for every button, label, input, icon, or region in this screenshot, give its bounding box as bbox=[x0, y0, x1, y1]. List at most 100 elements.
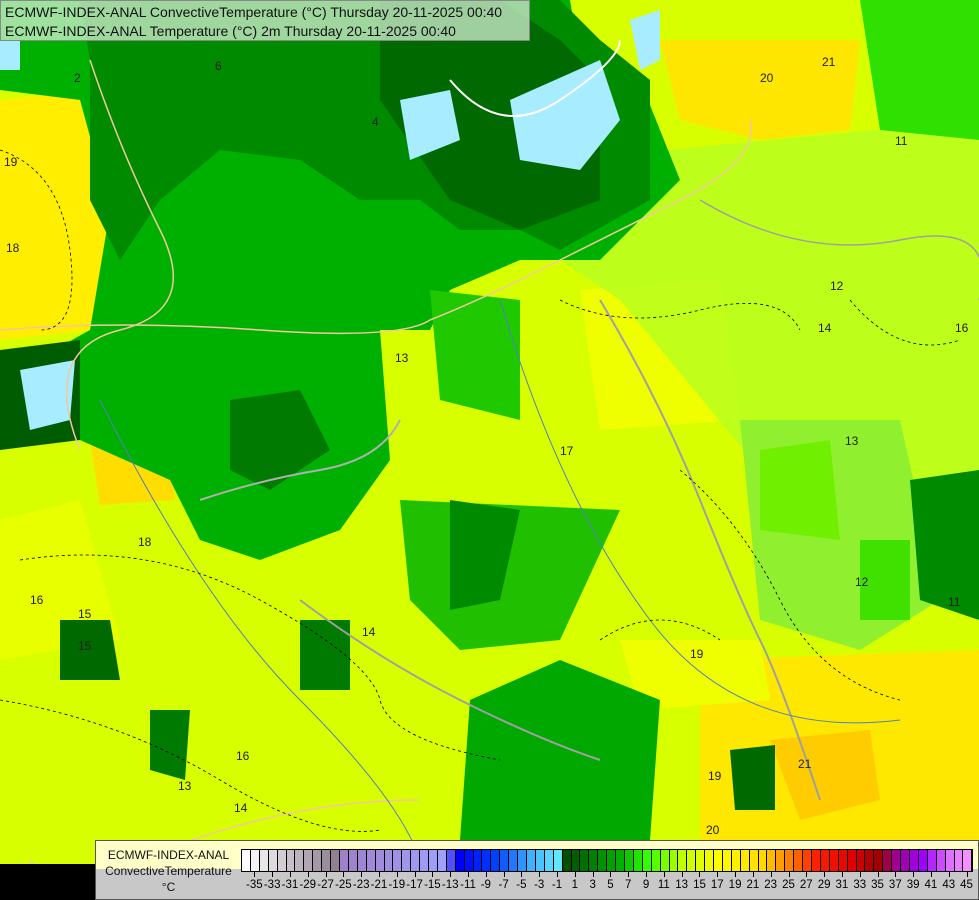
legend-model: ECMWF-INDEX-ANAL bbox=[107, 848, 230, 862]
svg-text:17: 17 bbox=[560, 444, 574, 458]
colorbar-tick bbox=[646, 871, 648, 877]
colorbar-tick-label: 35 bbox=[871, 879, 884, 891]
colorbar-tick bbox=[717, 871, 719, 877]
colorbar-tick bbox=[432, 871, 434, 877]
colorbar-swatch bbox=[892, 850, 902, 871]
colorbar-tick-label: 27 bbox=[799, 879, 813, 891]
colorbar-tick-label: -19 bbox=[388, 879, 406, 891]
colorbar-swatch bbox=[607, 850, 617, 871]
colorbar-swatch bbox=[429, 850, 438, 871]
colorbar-swatch bbox=[794, 850, 804, 871]
colorbar-tick bbox=[948, 871, 950, 877]
colorbar-tick bbox=[895, 871, 897, 877]
colorbar-tick-label: 25 bbox=[782, 879, 795, 891]
colorbar-tick-label: -27 bbox=[317, 879, 334, 891]
temperature-map[interactable]: 19 18 16 15 14 13 12 11 6 4 2 17 20 21 1… bbox=[0, 0, 979, 900]
svg-text:13: 13 bbox=[845, 434, 859, 448]
colorbar-swatch bbox=[883, 850, 893, 871]
colorbar-swatch bbox=[749, 850, 759, 871]
colorbar-swatch bbox=[375, 850, 385, 871]
colorbar-swatch bbox=[874, 850, 884, 871]
colorbar-tick-label: -5 bbox=[516, 879, 527, 891]
colorbar-tick bbox=[592, 871, 594, 877]
colorbar-swatch bbox=[527, 850, 536, 871]
colorbar-swatch bbox=[838, 850, 848, 871]
svg-text:14: 14 bbox=[818, 321, 832, 335]
colorbar-tick-label: 29 bbox=[817, 879, 831, 891]
colorbar-tick bbox=[877, 871, 879, 877]
colorbar-tick-label: -23 bbox=[352, 879, 370, 891]
colorbar-swatch bbox=[250, 850, 260, 871]
colorbar-tick-label: 33 bbox=[853, 879, 867, 891]
svg-text:19: 19 bbox=[708, 769, 722, 783]
colorbar-tick-label: 11 bbox=[657, 879, 670, 891]
svg-text:19: 19 bbox=[4, 155, 18, 169]
svg-text:20: 20 bbox=[760, 71, 774, 85]
colorbar-tick bbox=[752, 871, 754, 877]
colorbar-tick-label: 23 bbox=[764, 879, 778, 891]
colorbar-tick-label: -17 bbox=[406, 879, 423, 891]
colorbar-swatch bbox=[313, 850, 323, 871]
colorbar-swatch bbox=[500, 850, 510, 871]
colorbar-tick-label: 13 bbox=[675, 879, 689, 891]
colorbar-tick-label: -9 bbox=[480, 879, 491, 891]
colorbar-swatch bbox=[509, 850, 519, 871]
map-title-box: ECMWF-INDEX-ANAL ConvectiveTemperature (… bbox=[0, 0, 530, 41]
colorbar-tick bbox=[788, 871, 790, 877]
colorbar-tick-label: 31 bbox=[835, 879, 849, 891]
svg-text:21: 21 bbox=[798, 757, 812, 771]
colorbar-swatch bbox=[785, 850, 795, 871]
colorbar-tick bbox=[574, 871, 576, 877]
colorbar-swatch bbox=[268, 850, 278, 871]
svg-text:20: 20 bbox=[706, 823, 720, 837]
colorbar-swatch bbox=[339, 850, 349, 871]
colorbar-tick-label: -29 bbox=[299, 879, 317, 891]
colorbar-tick bbox=[681, 871, 683, 877]
colorbar-swatch bbox=[705, 850, 715, 871]
colorbar-tick bbox=[966, 871, 968, 877]
colorbar-tick bbox=[325, 871, 327, 877]
colorbar-swatch bbox=[437, 850, 447, 871]
colorbar-tick-label: -33 bbox=[263, 879, 281, 891]
colorbar-tick bbox=[396, 871, 398, 877]
svg-text:14: 14 bbox=[234, 801, 248, 815]
colorbar-swatch bbox=[598, 850, 608, 871]
colorbar-tick-label: 43 bbox=[942, 879, 956, 891]
colorbar-swatch bbox=[633, 850, 643, 871]
colorbar-swatch bbox=[322, 850, 332, 871]
colorbar-swatch bbox=[259, 850, 269, 871]
colorbar-swatch bbox=[829, 850, 839, 871]
colorbar-swatch bbox=[918, 850, 928, 871]
colorbar-tick bbox=[859, 871, 861, 877]
colorbar-tick bbox=[735, 871, 737, 877]
colorbar-tick-label: 9 bbox=[642, 879, 650, 891]
colorbar-swatch bbox=[384, 850, 394, 871]
colorbar-tick bbox=[378, 871, 380, 877]
colorbar-tick bbox=[557, 871, 559, 877]
colorbar-tick bbox=[770, 871, 772, 877]
colorbar-swatch bbox=[616, 850, 625, 871]
legend-parameter: ConvectiveTemperature bbox=[105, 864, 232, 878]
svg-text:12: 12 bbox=[855, 575, 869, 589]
colorbar-swatch bbox=[624, 850, 634, 871]
svg-text:6: 6 bbox=[215, 59, 222, 73]
svg-text:16: 16 bbox=[236, 749, 250, 763]
colorbar-tick bbox=[361, 871, 363, 877]
colorbar-swatch bbox=[669, 850, 679, 871]
colorbar-swatch bbox=[420, 850, 430, 871]
svg-text:19: 19 bbox=[690, 647, 704, 661]
colorbar-swatch bbox=[901, 850, 910, 871]
svg-text:11: 11 bbox=[895, 134, 908, 148]
colorbar-tick bbox=[663, 871, 665, 877]
colorbar-swatch bbox=[714, 850, 723, 871]
colorbar-tick-label: 1 bbox=[571, 879, 579, 891]
colorbar-swatch bbox=[446, 850, 456, 871]
colorbar-swatch bbox=[740, 850, 750, 871]
colorbar-swatch bbox=[803, 850, 812, 871]
svg-text:4: 4 bbox=[372, 115, 379, 129]
colorbar-swatch bbox=[909, 850, 919, 871]
colorbar-tick bbox=[841, 871, 843, 877]
colorbar-swatch bbox=[357, 850, 367, 871]
svg-text:18: 18 bbox=[138, 535, 152, 549]
colorbar-swatch bbox=[820, 850, 830, 871]
